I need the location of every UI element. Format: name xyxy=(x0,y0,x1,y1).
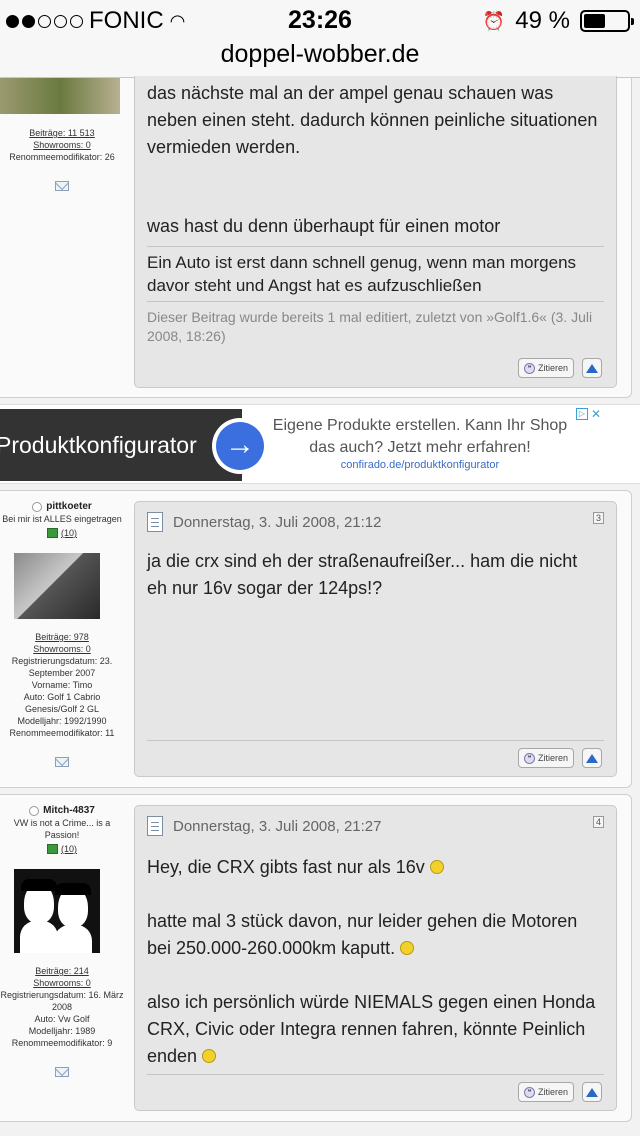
alarm-icon: ⏰ xyxy=(482,10,506,31)
mail-icon[interactable] xyxy=(55,1067,69,1077)
post-content: das nächste mal an der ampel genau schau… xyxy=(134,76,617,388)
quote-icon: ❝ xyxy=(523,1086,535,1098)
user-modelyear: Modelljahr: 1992/1990 xyxy=(17,716,107,726)
user-showrooms[interactable]: Showrooms: 0 xyxy=(0,977,124,989)
user-title: VW is not a Crime... is a Passion! xyxy=(13,818,111,840)
user-modelyear: Modelljahr: 1989 xyxy=(28,1026,96,1036)
scroll-top-button[interactable] xyxy=(582,1082,602,1102)
post-line-2: hatte mal 3 stück davon, nur leider gehe… xyxy=(147,911,578,958)
quote-button[interactable]: ❝ Zitieren xyxy=(517,358,574,378)
status-right: ⏰ 49 % xyxy=(482,7,634,35)
user-info: pittkoeter Bei mir ist ALLES eingetragen… xyxy=(0,501,124,539)
mail-icon[interactable] xyxy=(55,181,69,191)
quote-icon: ❝ xyxy=(523,362,535,374)
url-bar[interactable]: doppel-wobber.de xyxy=(0,40,640,78)
quote-button[interactable]: ❝ Zitieren xyxy=(517,748,574,768)
user-title: Bei mir ist ALLES eingetragen xyxy=(2,514,122,524)
post-header: Donnerstag, 3. Juli 2008, 21:27 xyxy=(147,816,381,836)
post-icon xyxy=(147,512,163,532)
signature: Ein Auto ist erst dann schnell genug, we… xyxy=(147,253,577,295)
user-reputation: Renommeemodifikator: 26 xyxy=(9,152,115,162)
sad-smiley-icon xyxy=(202,1049,217,1063)
post-actions: ❝ Zitieren xyxy=(517,1082,602,1102)
url-text: doppel-wobber.de xyxy=(220,40,420,68)
post-actions: ❝ Zitieren xyxy=(517,358,602,378)
user-showrooms[interactable]: Showrooms: 0 xyxy=(0,643,124,655)
ad-banner[interactable]: Produktkonfigurator Eigene Produkte erst… xyxy=(0,404,640,484)
scroll-top-button[interactable] xyxy=(582,748,602,768)
divider xyxy=(147,740,604,741)
post-content: Donnerstag, 3. Juli 2008, 21:12 3 ja die… xyxy=(134,501,617,777)
username[interactable]: pittkoeter xyxy=(0,501,124,513)
edit-note: Dieser Beitrag wurde bereits 1 mal editi… xyxy=(147,309,593,344)
post-content: Donnerstag, 3. Juli 2008, 21:27 4 Hey, d… xyxy=(134,805,617,1111)
arrow-right-icon[interactable] xyxy=(212,418,268,474)
user-firstname: Vorname: Timo xyxy=(31,680,93,690)
quote-icon: ❝ xyxy=(523,752,535,764)
scroll-top-button[interactable] xyxy=(582,358,602,378)
post: pittkoeter Bei mir ist ALLES eingetragen… xyxy=(0,490,632,788)
user-stats: Beiträge: 214 Showrooms: 0 Registrierung… xyxy=(0,965,124,1080)
user-info: Mitch-4837 VW is not a Crime... is a Pas… xyxy=(0,805,124,855)
user-avatar[interactable] xyxy=(14,869,100,953)
user-reputation: Renommeemodifikator: 9 xyxy=(11,1038,113,1048)
user-stats: Beiträge: 978 Showrooms: 0 Registrierung… xyxy=(0,631,124,770)
rank-icon xyxy=(46,528,58,538)
user-registration: Registrierungsdatum: 16. März 2008 xyxy=(0,990,124,1012)
user-posts[interactable]: Beiträge: 978 xyxy=(0,631,124,643)
quote-button[interactable]: ❝ Zitieren xyxy=(517,1082,574,1102)
online-status-icon xyxy=(29,806,40,816)
post-text: das nächste mal an der ampel genau schau… xyxy=(147,83,598,157)
post-line-1: Hey, die CRX gibts fast nur als 16v xyxy=(147,854,602,881)
post-text: ja die crx sind eh der straßenaufreißer.… xyxy=(147,551,578,598)
user-car: Auto: Golf 1 Cabrio Genesis/Golf 2 GL xyxy=(23,692,101,714)
battery-icon xyxy=(580,10,634,32)
post: Beiträge: 11 513 Showrooms: 0 Renommeemo… xyxy=(0,76,632,398)
post-actions: ❝ Zitieren xyxy=(517,748,602,768)
adchoices-icon[interactable]: ▷ xyxy=(576,408,588,420)
user-avatar xyxy=(0,78,120,114)
divider xyxy=(147,246,604,247)
user-car: Auto: Vw Golf xyxy=(34,1014,90,1024)
post-line-3: also ich persönlich würde NIEMALS gegen … xyxy=(147,992,596,1066)
rank-icon xyxy=(46,844,58,854)
user-avatar[interactable] xyxy=(14,553,100,619)
laugh-smiley-icon xyxy=(400,941,415,955)
ad-left-panel[interactable]: Produktkonfigurator xyxy=(0,409,242,481)
divider xyxy=(147,1074,604,1075)
user-showrooms[interactable]: Showrooms: 0 xyxy=(0,139,124,151)
cool-smiley-icon xyxy=(429,860,444,874)
post: Mitch-4837 VW is not a Crime... is a Pas… xyxy=(0,794,632,1122)
battery-percent: 49 % xyxy=(515,7,570,34)
post-icon xyxy=(147,816,163,836)
user-posts[interactable]: Beiträge: 214 xyxy=(0,965,124,977)
post-date: Donnerstag, 3. Juli 2008, 21:27 xyxy=(173,817,382,835)
post-number[interactable]: 4 xyxy=(592,816,604,828)
post-header: Donnerstag, 3. Juli 2008, 21:12 xyxy=(147,512,381,532)
user-info: Beiträge: 11 513 Showrooms: 0 Renommeemo… xyxy=(0,127,124,194)
post-text-2: was hast du denn überhaupt für einen mot… xyxy=(147,216,501,236)
close-icon[interactable]: ✕ xyxy=(590,408,602,420)
arrow-up-icon xyxy=(586,1087,598,1097)
status-bar: FONIC ◠ 23:26 ⏰ 49 % xyxy=(0,0,640,40)
mail-icon[interactable] xyxy=(55,757,69,767)
post-number[interactable]: 3 xyxy=(592,512,604,524)
user-posts[interactable]: Beiträge: 11 513 xyxy=(0,127,124,139)
user-rank[interactable]: (10) xyxy=(0,527,124,539)
ad-text[interactable]: Eigene Produkte erstellen. Kann Ihr Shop… xyxy=(272,415,568,459)
username[interactable]: Mitch-4837 xyxy=(0,805,124,817)
post-date: Donnerstag, 3. Juli 2008, 21:12 xyxy=(173,513,382,531)
divider xyxy=(147,301,604,302)
online-status-icon xyxy=(32,502,43,512)
arrow-up-icon xyxy=(586,753,598,763)
user-rank[interactable]: (10) xyxy=(0,843,124,855)
arrow-up-icon xyxy=(586,363,598,373)
user-registration: Registrierungsdatum: 23. September 2007 xyxy=(11,656,113,678)
ad-domain[interactable]: confirado.de/produktkonfigurator xyxy=(272,459,568,471)
user-reputation: Renommeemodifikator: 11 xyxy=(9,728,115,738)
